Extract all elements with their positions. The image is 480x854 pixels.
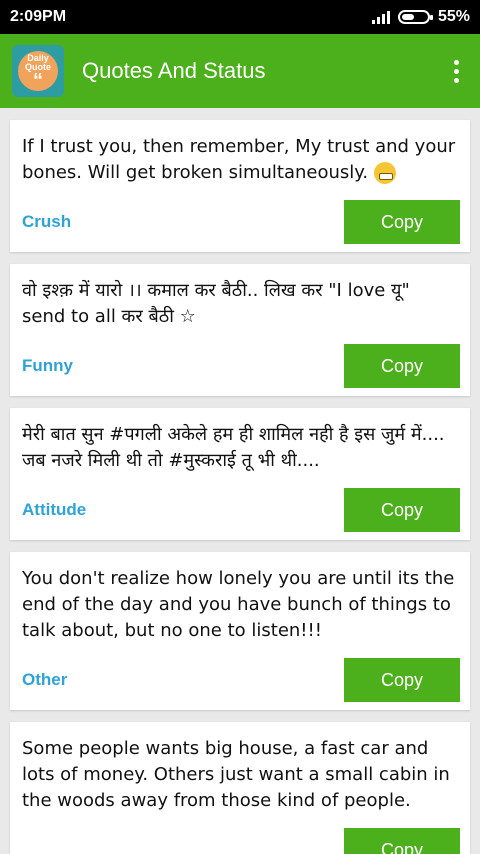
- status-indicators: 55%: [371, 8, 470, 26]
- quote-text: If I trust you, then remember, My trust …: [22, 136, 456, 184]
- quote-card: मेरी बात सुन #पगली अकेले हम ही शामिल नही…: [10, 408, 470, 540]
- quote-text: You don't realize how lonely you are unt…: [22, 568, 455, 641]
- app-logo: Daily Quote “: [12, 45, 64, 97]
- battery-icon: [397, 10, 433, 24]
- quote-card: Some people wants big house, a fast car …: [10, 722, 470, 854]
- status-bar: 2:09PM 55%: [0, 0, 480, 34]
- quote-list[interactable]: If I trust you, then remember, My trust …: [0, 108, 480, 854]
- signal-icon: [371, 10, 390, 24]
- category-label[interactable]: Crush: [22, 212, 71, 232]
- copy-button[interactable]: Copy: [344, 344, 460, 388]
- quote-text: मेरी बात सुन #पगली अकेले हम ही शामिल नही…: [22, 424, 445, 471]
- status-time: 2:09PM: [10, 8, 67, 25]
- quote-text: वो इश्क़ में यारो ।। कमाल कर बैठी.. लिख …: [22, 280, 410, 327]
- quote-text: Some people wants big house, a fast car …: [22, 738, 450, 811]
- category-label[interactable]: Funny: [22, 356, 73, 376]
- copy-button[interactable]: Copy: [344, 488, 460, 532]
- quote-card: You don't realize how lonely you are unt…: [10, 552, 470, 710]
- copy-button[interactable]: Copy: [344, 658, 460, 702]
- grimacing-face-icon: [373, 162, 396, 184]
- copy-button[interactable]: Copy: [344, 200, 460, 244]
- app-title: Quotes And Status: [82, 58, 266, 83]
- quote-card: वो इश्क़ में यारो ।। कमाल कर बैठी.. लिख …: [10, 264, 470, 396]
- category-label[interactable]: Other: [22, 670, 67, 690]
- quote-card: If I trust you, then remember, My trust …: [10, 120, 470, 252]
- logo-quote-mark: “: [33, 70, 43, 92]
- overflow-menu-icon[interactable]: [444, 51, 468, 91]
- app-bar: Daily Quote “ Quotes And Status: [0, 34, 480, 108]
- battery-percent: 55%: [437, 8, 470, 25]
- copy-button[interactable]: Copy: [344, 828, 460, 854]
- category-label[interactable]: Attitude: [22, 500, 86, 520]
